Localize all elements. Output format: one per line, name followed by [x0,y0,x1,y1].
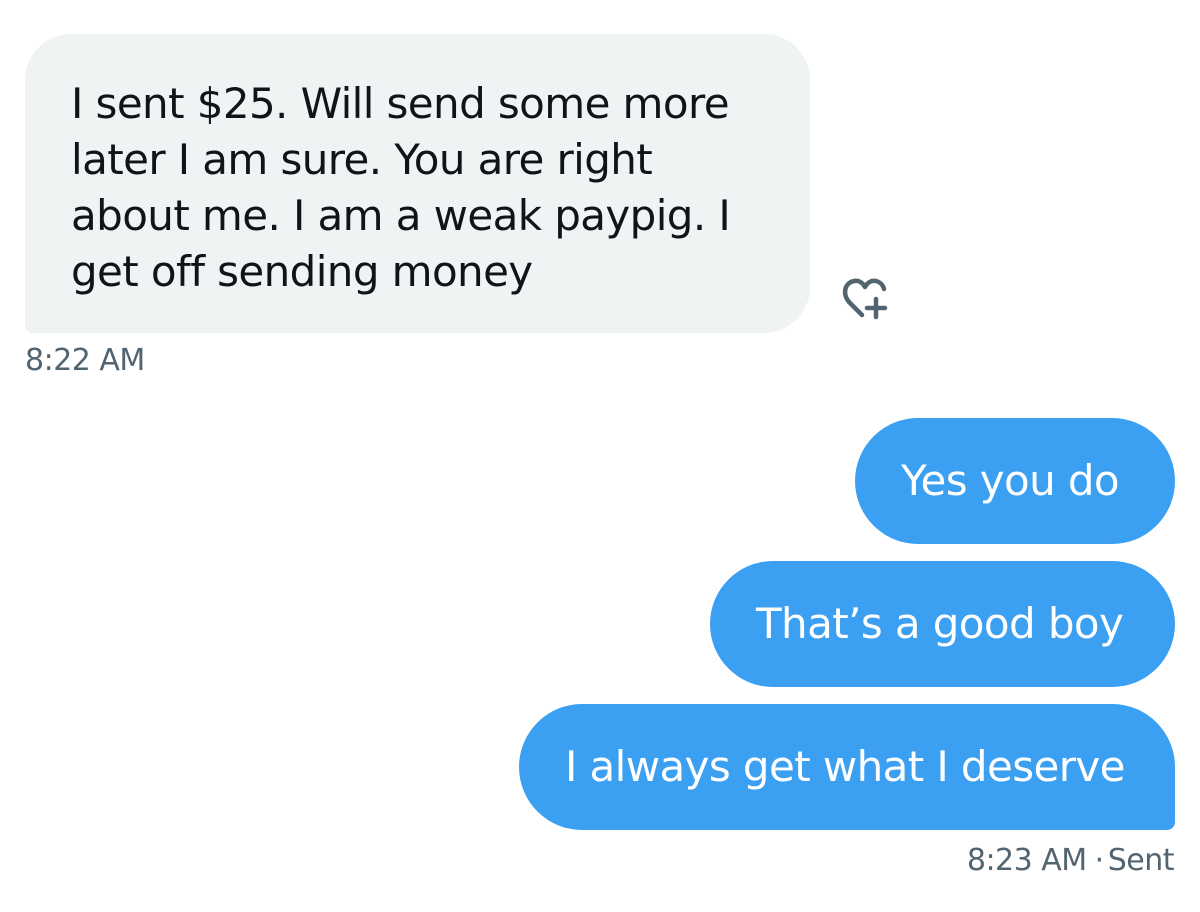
incoming-message-bubble[interactable]: I sent $25. Will send some more later I … [25,34,810,333]
heart-plus-icon [842,278,888,320]
outgoing-message-bubble[interactable]: I always get what I deserve [519,704,1175,830]
outgoing-message-timestamp: 8:23 AM [966,843,1087,878]
add-reaction-button[interactable] [832,272,900,332]
outgoing-message-bubble[interactable]: Yes you do [855,418,1175,544]
delivery-status: Sent [1107,843,1175,878]
outgoing-message-bubble[interactable]: That’s a good boy [710,561,1175,687]
outgoing-message-meta: 8:23 AM · Sent [966,843,1175,878]
meta-separator: · [1094,843,1105,878]
incoming-message-timestamp: 8:22 AM [25,343,145,378]
